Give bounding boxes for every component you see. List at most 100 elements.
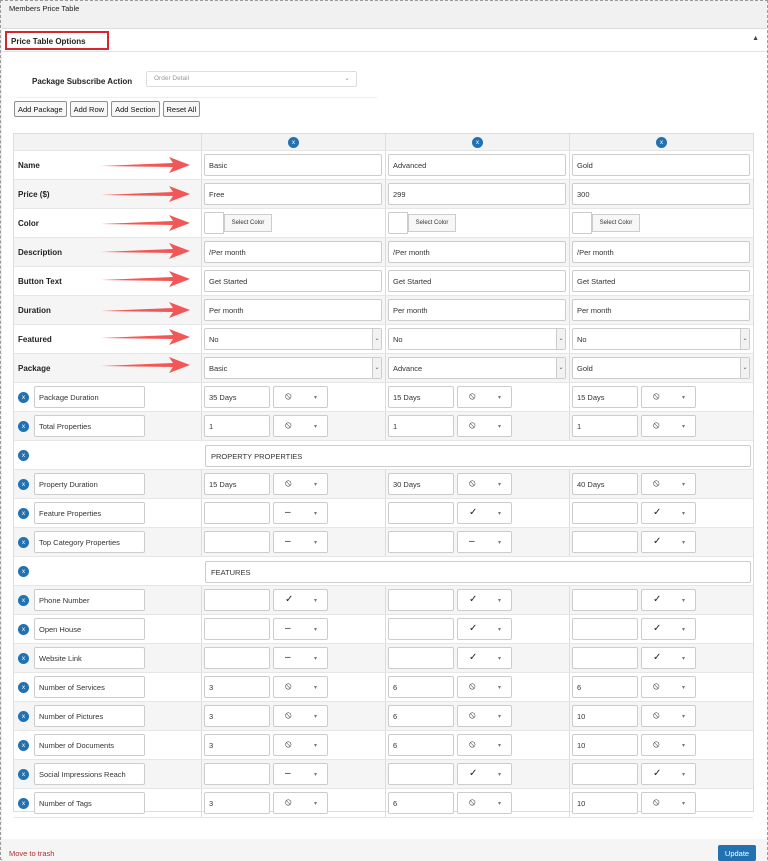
icon-select[interactable]: ✓ ▾ bbox=[641, 531, 696, 553]
icon-select[interactable]: ⦸ ▾ bbox=[457, 676, 512, 698]
remove-row-icon[interactable]: x bbox=[18, 798, 29, 809]
row-value-input[interactable]: 1 bbox=[204, 415, 270, 437]
duration-input[interactable]: Per month bbox=[572, 299, 750, 321]
row-value-input[interactable]: 3 bbox=[204, 676, 270, 698]
row-value-input[interactable]: 15 Days bbox=[572, 386, 638, 408]
icon-select[interactable]: ⦸ ▾ bbox=[641, 734, 696, 756]
remove-row-icon[interactable]: x bbox=[18, 740, 29, 751]
row-value-input[interactable] bbox=[204, 589, 270, 611]
row-value-input[interactable] bbox=[204, 647, 270, 669]
select-color-button[interactable]: Select Color bbox=[408, 214, 456, 232]
row-value-input[interactable]: 15 Days bbox=[388, 386, 454, 408]
icon-select[interactable]: ✓ ▾ bbox=[641, 763, 696, 785]
package-select[interactable]: Advance ⌄ bbox=[388, 357, 566, 379]
icon-select[interactable]: – ▾ bbox=[273, 502, 328, 524]
row-value-input[interactable] bbox=[204, 618, 270, 640]
name-input[interactable]: Advanced bbox=[388, 154, 566, 176]
icon-select[interactable]: ⦸ ▾ bbox=[457, 415, 512, 437]
price-input[interactable]: 300 bbox=[572, 183, 750, 205]
icon-select[interactable]: ⦸ ▾ bbox=[641, 792, 696, 814]
duration-input[interactable]: Per month bbox=[388, 299, 566, 321]
icon-select[interactable]: ⦸ ▾ bbox=[273, 415, 328, 437]
remove-column-icon[interactable]: x bbox=[656, 137, 667, 148]
icon-select[interactable]: ⦸ ▾ bbox=[457, 473, 512, 495]
description-input[interactable]: /Per month bbox=[388, 241, 566, 263]
featured-select[interactable]: No ⌄ bbox=[572, 328, 750, 350]
icon-select[interactable]: ⦸ ▾ bbox=[273, 734, 328, 756]
panel-header[interactable]: Price Table Options ▲ bbox=[2, 29, 767, 52]
description-input[interactable]: /Per month bbox=[204, 241, 382, 263]
remove-row-icon[interactable]: x bbox=[18, 566, 29, 577]
icon-select[interactable]: – ▾ bbox=[273, 531, 328, 553]
icon-select[interactable]: ⦸ ▾ bbox=[273, 386, 328, 408]
color-picker[interactable]: Select Color bbox=[204, 212, 272, 234]
icon-select[interactable]: ✓ ▾ bbox=[457, 618, 512, 640]
icon-select[interactable]: – ▾ bbox=[457, 531, 512, 553]
row-value-input[interactable]: 6 bbox=[388, 792, 454, 814]
icon-select[interactable]: – ▾ bbox=[273, 647, 328, 669]
add-section-button[interactable]: Add Section bbox=[111, 101, 160, 117]
row-value-input[interactable]: 3 bbox=[204, 792, 270, 814]
icon-select[interactable]: ✓ ▾ bbox=[457, 763, 512, 785]
collapse-arrow-icon[interactable]: ▲ bbox=[752, 35, 759, 42]
name-input[interactable]: Gold bbox=[572, 154, 750, 176]
color-picker[interactable]: Select Color bbox=[572, 212, 640, 234]
row-value-input[interactable]: 40 Days bbox=[572, 473, 638, 495]
featured-select[interactable]: No ⌄ bbox=[388, 328, 566, 350]
row-value-input[interactable]: 6 bbox=[388, 705, 454, 727]
row-value-input[interactable] bbox=[572, 589, 638, 611]
button_text-input[interactable]: Get Started bbox=[388, 270, 566, 292]
row-value-input[interactable]: 6 bbox=[388, 676, 454, 698]
select-color-button[interactable]: Select Color bbox=[592, 214, 640, 232]
remove-row-icon[interactable]: x bbox=[18, 682, 29, 693]
row-label-input[interactable]: Number of Services bbox=[34, 676, 145, 698]
icon-select[interactable]: ✓ ▾ bbox=[457, 647, 512, 669]
icon-select[interactable]: ✓ ▾ bbox=[641, 502, 696, 524]
row-label-input[interactable]: Social Impressions Reach bbox=[34, 763, 145, 785]
remove-row-icon[interactable]: x bbox=[18, 653, 29, 664]
price-input[interactable]: Free bbox=[204, 183, 382, 205]
row-label-input[interactable]: Number of Documents bbox=[34, 734, 145, 756]
icon-select[interactable]: ✓ ▾ bbox=[641, 589, 696, 611]
color-swatch[interactable] bbox=[572, 212, 592, 234]
row-value-input[interactable] bbox=[388, 647, 454, 669]
row-value-input[interactable]: 15 Days bbox=[204, 473, 270, 495]
package-select[interactable]: Gold ⌄ bbox=[572, 357, 750, 379]
icon-select[interactable]: ⦸ ▾ bbox=[641, 705, 696, 727]
remove-row-icon[interactable]: x bbox=[18, 421, 29, 432]
row-value-input[interactable]: 10 bbox=[572, 734, 638, 756]
row-label-input[interactable]: Number of Tags bbox=[34, 792, 145, 814]
row-value-input[interactable] bbox=[572, 618, 638, 640]
row-value-input[interactable] bbox=[204, 763, 270, 785]
row-value-input[interactable] bbox=[388, 531, 454, 553]
icon-select[interactable]: ⦸ ▾ bbox=[641, 473, 696, 495]
icon-select[interactable]: ✓ ▾ bbox=[641, 618, 696, 640]
row-value-input[interactable] bbox=[388, 589, 454, 611]
add-package-button[interactable]: Add Package bbox=[14, 101, 67, 117]
subscribe-action-select[interactable]: Order Detail ⌄ bbox=[146, 71, 357, 87]
icon-select[interactable]: ✓ ▾ bbox=[457, 589, 512, 611]
featured-select[interactable]: No ⌄ bbox=[204, 328, 382, 350]
icon-select[interactable]: ⦸ ▾ bbox=[641, 415, 696, 437]
button_text-input[interactable]: Get Started bbox=[204, 270, 382, 292]
row-value-input[interactable]: 6 bbox=[388, 734, 454, 756]
row-value-input[interactable] bbox=[204, 531, 270, 553]
row-label-input[interactable]: Open House bbox=[34, 618, 145, 640]
icon-select[interactable]: ✓ ▾ bbox=[273, 589, 328, 611]
remove-row-icon[interactable]: x bbox=[18, 537, 29, 548]
remove-row-icon[interactable]: x bbox=[18, 508, 29, 519]
add-row-button[interactable]: Add Row bbox=[69, 101, 109, 117]
icon-select[interactable]: ⦸ ▾ bbox=[457, 792, 512, 814]
row-label-input[interactable]: Number of Pictures bbox=[34, 705, 145, 727]
row-value-input[interactable] bbox=[572, 502, 638, 524]
section-title-input[interactable]: FEATURES bbox=[205, 561, 751, 583]
icon-select[interactable]: ⦸ ▾ bbox=[641, 386, 696, 408]
remove-row-icon[interactable]: x bbox=[18, 624, 29, 635]
icon-select[interactable]: – ▾ bbox=[273, 618, 328, 640]
remove-column-icon[interactable]: x bbox=[472, 137, 483, 148]
row-value-input[interactable]: 10 bbox=[572, 705, 638, 727]
row-value-input[interactable] bbox=[572, 763, 638, 785]
row-label-input[interactable]: Package Duration bbox=[34, 386, 145, 408]
row-value-input[interactable] bbox=[572, 647, 638, 669]
row-value-input[interactable] bbox=[204, 502, 270, 524]
